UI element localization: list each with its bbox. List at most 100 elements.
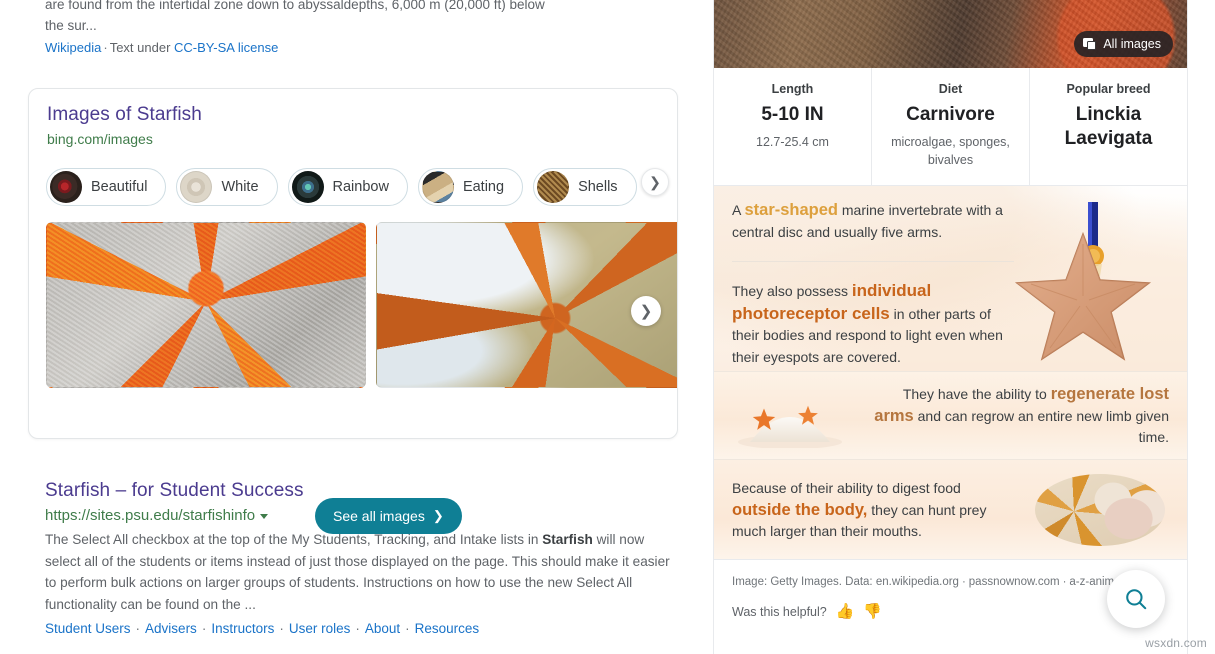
starfish-medal-illustration	[1014, 202, 1152, 361]
fact-cell-diet: Diet Carnivore microalgae, sponges, biva…	[872, 68, 1030, 185]
result-title-link[interactable]: Starfish – for Student Success	[45, 478, 670, 504]
fact-value: Carnivore	[906, 104, 995, 125]
sitelink-separator: ·	[355, 621, 360, 636]
fact-sub: 12.7-25.4 cm	[756, 135, 829, 149]
wikipedia-attribution: Wikipedia · Text under CC-BY-SA license	[45, 40, 278, 55]
lead-text: Because of their ability to digest food	[732, 480, 961, 497]
result-url-text: https://sites.psu.edu/starfishinfo	[45, 507, 256, 524]
search-fab-button[interactable]	[1107, 570, 1165, 628]
image-stack-icon	[1083, 38, 1096, 50]
chip-shells[interactable]: Shells	[533, 168, 637, 206]
watermark: wsxdn.com	[1145, 636, 1207, 650]
chip-thumb-shells	[537, 171, 570, 203]
license-link[interactable]: CC-BY-SA license	[174, 40, 278, 55]
snippet-part-1: The Select All checkbox at the top of th…	[45, 532, 543, 547]
fact-block-regenerate: They have the ability to regenerate lost…	[714, 371, 1187, 459]
chip-label: Shells	[578, 179, 618, 195]
sand-pile-starfish-illustration	[738, 405, 842, 448]
data-source-2: passnownow.com	[968, 576, 1060, 588]
fact-cell-popular-breed: Popular breed Linckia Laevigata	[1030, 68, 1187, 185]
sitelink-advisers[interactable]: Advisers	[145, 621, 197, 636]
sitelink-separator: ·	[135, 621, 141, 636]
highlight-star-shaped: star-shaped	[744, 201, 838, 219]
chip-label: Eating	[462, 179, 505, 195]
fact-value: 5-10 IN	[761, 104, 824, 125]
wikipedia-snippet: are found from the intertidal zone down …	[45, 0, 665, 36]
fact-table: Length 5-10 IN 12.7-25.4 cm Diet Carnivo…	[714, 68, 1187, 186]
thumbs-down-icon[interactable]: 👎	[863, 604, 882, 619]
fact-label: Length	[771, 82, 814, 96]
feedback-question: Was this helpful?	[732, 604, 827, 619]
snippet-keyword: Starfish	[542, 532, 593, 547]
fact-text-digest: Because of their ability to digest food …	[732, 478, 1022, 543]
wikipedia-snippet-line2: the sur...	[45, 18, 97, 33]
chevron-right-icon: ❯	[639, 303, 653, 320]
thumbnail-row-next-button[interactable]: ❯	[631, 296, 661, 326]
images-card: Images of Starfish bing.com/images Beaut…	[28, 88, 678, 534]
left-results-column: are found from the intertidal zone down …	[0, 0, 710, 654]
chip-label: Beautiful	[91, 179, 148, 195]
image-thumbnail-1[interactable]	[46, 222, 366, 388]
fact-text-star-shaped: A star-shaped marine invertebrate with a…	[732, 200, 1017, 243]
knowledge-panel-hero-image[interactable]: All images	[714, 0, 1187, 68]
chip-beautiful[interactable]: Beautiful	[46, 168, 167, 206]
lead-text: A	[732, 202, 745, 218]
chip-label: Rainbow	[332, 179, 389, 195]
result-sitelinks: Student Users · Advisers · Instructors · Us…	[45, 621, 670, 636]
search-icon	[1126, 589, 1147, 610]
attrib-separator: ·	[961, 576, 966, 588]
chip-thumb-beautiful	[50, 171, 82, 203]
license-prefix: Text under	[109, 40, 175, 55]
fact-block-1-text: A star-shaped marine invertebrate with a…	[732, 200, 1017, 368]
chip-thumb-rainbow	[291, 171, 324, 203]
sitelink-resources[interactable]: Resources	[415, 621, 480, 636]
fact-block-3-text: They have the ability to regenerate lost…	[872, 384, 1169, 449]
lead-text: They also possess	[732, 283, 852, 299]
result-url[interactable]: https://sites.psu.edu/starfishinfo	[45, 507, 670, 524]
chip-eating[interactable]: Eating	[417, 168, 524, 206]
tail-text: and can regrow an entire new limb given …	[913, 407, 1169, 446]
chevron-right-icon: ❯	[649, 173, 661, 190]
image-thumbnail-row	[46, 222, 677, 388]
sitelink-separator: ·	[405, 621, 410, 636]
fact-block-4-text: Because of their ability to digest food …	[732, 478, 1022, 543]
thumbs-up-icon[interactable]: 👍	[836, 604, 855, 619]
fact-block-star-shaped: A star-shaped marine invertebrate with a…	[714, 186, 1187, 371]
wikipedia-snippet-line1: are found from the intertidal zone down …	[45, 0, 545, 12]
fact-text-photoreceptor: They also possess individual photorecept…	[732, 280, 1017, 368]
fact-block-digest: Because of their ability to digest food …	[714, 459, 1187, 559]
images-card-url: bing.com/images	[47, 131, 153, 147]
search-results-page: are found from the intertidal zone down …	[0, 0, 1215, 654]
sitelink-about[interactable]: About	[365, 621, 400, 636]
knowledge-panel: All images Length 5-10 IN 12.7-25.4 cm D…	[713, 0, 1188, 654]
chip-label: White	[221, 179, 259, 195]
lead-text: They have the ability to	[902, 386, 1051, 403]
all-images-label: All images	[1103, 37, 1161, 51]
attrib-separator: ·	[1062, 576, 1067, 588]
all-images-badge[interactable]: All images	[1074, 31, 1173, 57]
image-filter-chip-row[interactable]: Beautiful White Rainbow Eating Shells	[46, 166, 677, 208]
fact-label: Popular breed	[1066, 82, 1151, 96]
fact-label: Diet	[938, 82, 963, 96]
chip-thumb-eating	[421, 171, 454, 203]
caret-down-icon[interactable]	[260, 514, 269, 519]
knowledge-panel-attribution: Image: Getty Images. Data: en.wikipedia.…	[732, 574, 1169, 591]
data-source-1: en.wikipedia.org	[875, 576, 959, 588]
sitelink-student-users[interactable]: Student Users	[45, 621, 131, 636]
chip-white[interactable]: White	[176, 168, 278, 206]
highlight-outside-the-body: outside the body,	[732, 500, 868, 519]
chip-row-next-button[interactable]: ❯	[641, 168, 669, 196]
feedback-row: Was this helpful? 👍 👎	[732, 604, 1169, 619]
sitelink-instructors[interactable]: Instructors	[211, 621, 274, 636]
sitelink-user-roles[interactable]: User roles	[289, 621, 351, 636]
fact-cell-length: Length 5-10 IN 12.7-25.4 cm	[714, 68, 872, 185]
sitelink-separator: ·	[279, 621, 284, 636]
sitelink-separator: ·	[201, 621, 207, 636]
wikipedia-source-link[interactable]: Wikipedia	[45, 40, 101, 55]
images-card-title[interactable]: Images of Starfish	[47, 104, 202, 126]
result-snippet: The Select All checkbox at the top of th…	[45, 529, 670, 615]
chip-rainbow[interactable]: Rainbow	[287, 168, 408, 206]
search-result-item: Starfish – for Student Success https://s…	[45, 478, 670, 636]
chip-thumb-white	[180, 171, 213, 203]
fact-text-regenerate: They have the ability to regenerate lost…	[872, 384, 1169, 449]
